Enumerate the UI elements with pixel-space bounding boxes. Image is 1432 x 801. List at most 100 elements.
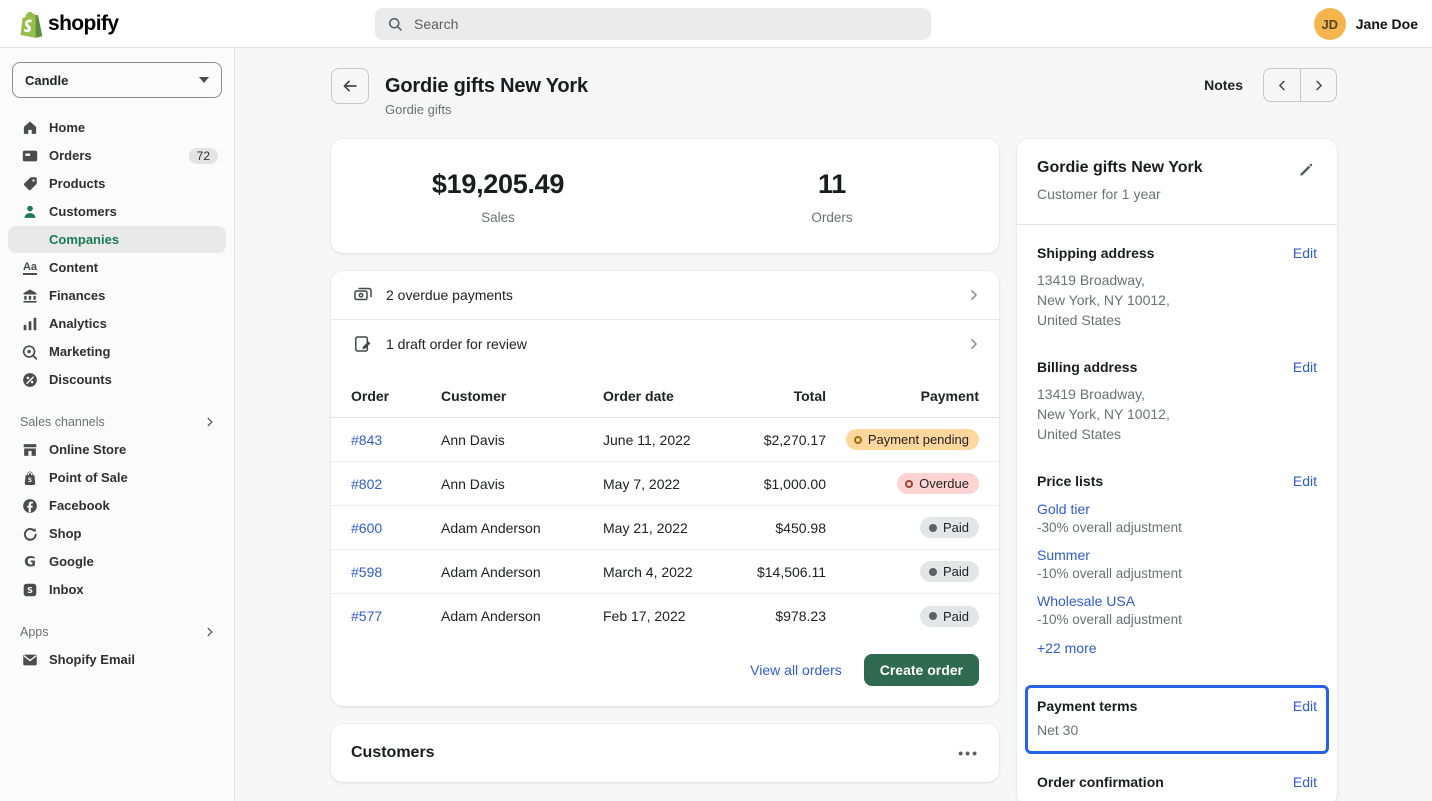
more-actions-button[interactable]: ••• <box>958 748 979 758</box>
sidebar-item-products[interactable]: Products <box>8 170 226 197</box>
next-record-button[interactable] <box>1300 69 1336 101</box>
sidebar-item-shop[interactable]: Shop <box>8 520 226 547</box>
company-details-panel: Gordie gifts New York Customer for 1 yea… <box>1017 139 1337 801</box>
sidebar-item-shopify-email[interactable]: Shopify Email <box>8 646 226 673</box>
orders-table: Order Customer Order date Total Payment … <box>331 374 999 638</box>
order-link[interactable]: #843 <box>351 432 441 448</box>
shipping-address-section: Shipping address Edit 13419 Broadway, Ne… <box>1037 245 1317 330</box>
global-search[interactable] <box>375 8 931 40</box>
chevron-down-icon <box>199 77 209 83</box>
sidebar-item-point-of-sale[interactable]: S Point of Sale <box>8 464 226 491</box>
store-selector[interactable]: Candle <box>12 62 222 98</box>
sidebar-item-discounts[interactable]: Discounts <box>8 366 226 393</box>
back-button[interactable] <box>331 68 369 104</box>
orders-label: Orders <box>665 210 999 225</box>
chevron-right-icon <box>1311 78 1326 93</box>
shipping-address-text: 13419 Broadway, New York, NY 10012, Unit… <box>1037 270 1317 330</box>
order-link[interactable]: #600 <box>351 520 441 536</box>
page-header: Gordie gifts New York Gordie gifts Notes <box>331 68 1337 117</box>
sidebar-item-inbox[interactable]: S Inbox <box>8 576 226 603</box>
create-order-button[interactable]: Create order <box>864 654 979 686</box>
edit-price-lists-link[interactable]: Edit <box>1293 473 1317 489</box>
table-row: #600 Adam Anderson May 21, 2022 $450.98 … <box>331 506 999 550</box>
sales-value: $19,205.49 <box>331 169 665 200</box>
previous-record-button[interactable] <box>1264 69 1300 101</box>
storefront-icon <box>20 440 40 460</box>
page-title: Gordie gifts New York <box>385 68 588 104</box>
draft-order-alert[interactable]: 1 draft order for review <box>331 319 999 368</box>
paid-dot-icon <box>929 612 937 620</box>
order-link[interactable]: #598 <box>351 564 441 580</box>
price-list-link[interactable]: Summer <box>1037 547 1090 563</box>
store-name: Candle <box>25 73 68 88</box>
page-subtitle: Gordie gifts <box>385 102 588 117</box>
sidebar-item-online-store[interactable]: Online Store <box>8 436 226 463</box>
edit-company-button[interactable] <box>1296 159 1317 180</box>
payments-icon <box>353 285 373 305</box>
notes-button[interactable]: Notes <box>1200 71 1247 99</box>
main-content: Gordie gifts New York Gordie gifts Notes <box>236 48 1432 801</box>
pencil-icon <box>1298 161 1315 178</box>
percent-icon <box>20 370 40 390</box>
status-badge: Paid <box>920 517 979 538</box>
company-name: Gordie gifts New York <box>1037 159 1203 177</box>
edit-payment-terms-link[interactable]: Edit <box>1293 698 1317 714</box>
avatar: JD <box>1314 8 1346 40</box>
envelope-icon <box>20 650 40 670</box>
table-row: #577 Adam Anderson Feb 17, 2022 $978.23 … <box>331 594 999 638</box>
arrow-left-icon <box>341 77 359 95</box>
chevron-left-icon <box>1275 78 1290 93</box>
sidebar-item-content[interactable]: Aa Content <box>8 254 226 281</box>
sidebar-item-analytics[interactable]: Analytics <box>8 310 226 337</box>
table-row: #802 Ann Davis May 7, 2022 $1,000.00 Ove… <box>331 462 999 506</box>
edit-order-confirmation-link[interactable]: Edit <box>1293 774 1317 790</box>
view-all-orders-link[interactable]: View all orders <box>750 662 842 678</box>
more-price-lists-link[interactable]: +22 more <box>1037 640 1097 656</box>
apps-header[interactable]: Apps <box>0 617 234 645</box>
sidebar-nav: Home Orders 72 Products Customers Compan… <box>0 114 234 673</box>
user-menu[interactable]: JD Jane Doe <box>1314 8 1418 40</box>
price-lists-section: Price lists Edit Gold tier -30% overall … <box>1037 473 1317 656</box>
price-list-item: Gold tier -30% overall adjustment <box>1037 501 1317 535</box>
facebook-icon <box>20 496 40 516</box>
status-badge: Paid <box>920 606 979 627</box>
shopify-logo[interactable]: shopify <box>0 10 118 38</box>
edit-shipping-link[interactable]: Edit <box>1293 245 1317 261</box>
sales-channels-header[interactable]: Sales channels <box>0 407 234 435</box>
topbar: shopify JD Jane Doe <box>0 0 1432 48</box>
payment-terms-section-highlighted: Payment terms Edit Net 30 <box>1025 685 1329 754</box>
home-icon <box>20 118 40 138</box>
overdue-payments-alert[interactable]: 2 overdue payments <box>331 271 999 319</box>
price-list-link[interactable]: Gold tier <box>1037 501 1090 517</box>
sidebar-item-google[interactable]: G Google <box>8 548 226 575</box>
shop-icon <box>20 524 40 544</box>
main-column: $19,205.49 Sales 11 Orders 2 overdue pay… <box>331 139 999 782</box>
orders-value: 11 <box>665 169 999 200</box>
order-link[interactable]: #802 <box>351 476 441 492</box>
target-icon <box>20 342 40 362</box>
sidebar-item-marketing[interactable]: Marketing <box>8 338 226 365</box>
sales-stat: $19,205.49 Sales <box>331 169 665 225</box>
orders-card: 2 overdue payments 1 draft order for rev… <box>331 271 999 706</box>
sales-label: Sales <box>331 210 665 225</box>
sidebar-item-customers[interactable]: Customers <box>8 198 226 225</box>
orders-table-header: Order Customer Order date Total Payment <box>331 374 999 418</box>
sidebar-item-orders[interactable]: Orders 72 <box>8 142 226 169</box>
orders-count-badge: 72 <box>189 148 218 164</box>
paid-dot-icon <box>929 568 937 576</box>
edit-billing-link[interactable]: Edit <box>1293 359 1317 375</box>
record-pager <box>1263 68 1337 102</box>
sidebar-item-home[interactable]: Home <box>8 114 226 141</box>
chevron-right-icon <box>967 337 981 351</box>
stats-card: $19,205.49 Sales 11 Orders <box>331 139 999 253</box>
order-link[interactable]: #577 <box>351 608 441 624</box>
price-list-link[interactable]: Wholesale USA <box>1037 593 1135 609</box>
price-list-item: Wholesale USA -10% overall adjustment <box>1037 593 1317 627</box>
search-input[interactable] <box>414 16 919 32</box>
orders-stat: 11 Orders <box>665 169 999 225</box>
sidebar-item-finances[interactable]: Finances <box>8 282 226 309</box>
sidebar-item-companies[interactable]: Companies <box>8 226 226 253</box>
chevron-right-icon <box>204 416 216 428</box>
sidebar-item-facebook[interactable]: Facebook <box>8 492 226 519</box>
svg-text:S: S <box>27 585 33 595</box>
